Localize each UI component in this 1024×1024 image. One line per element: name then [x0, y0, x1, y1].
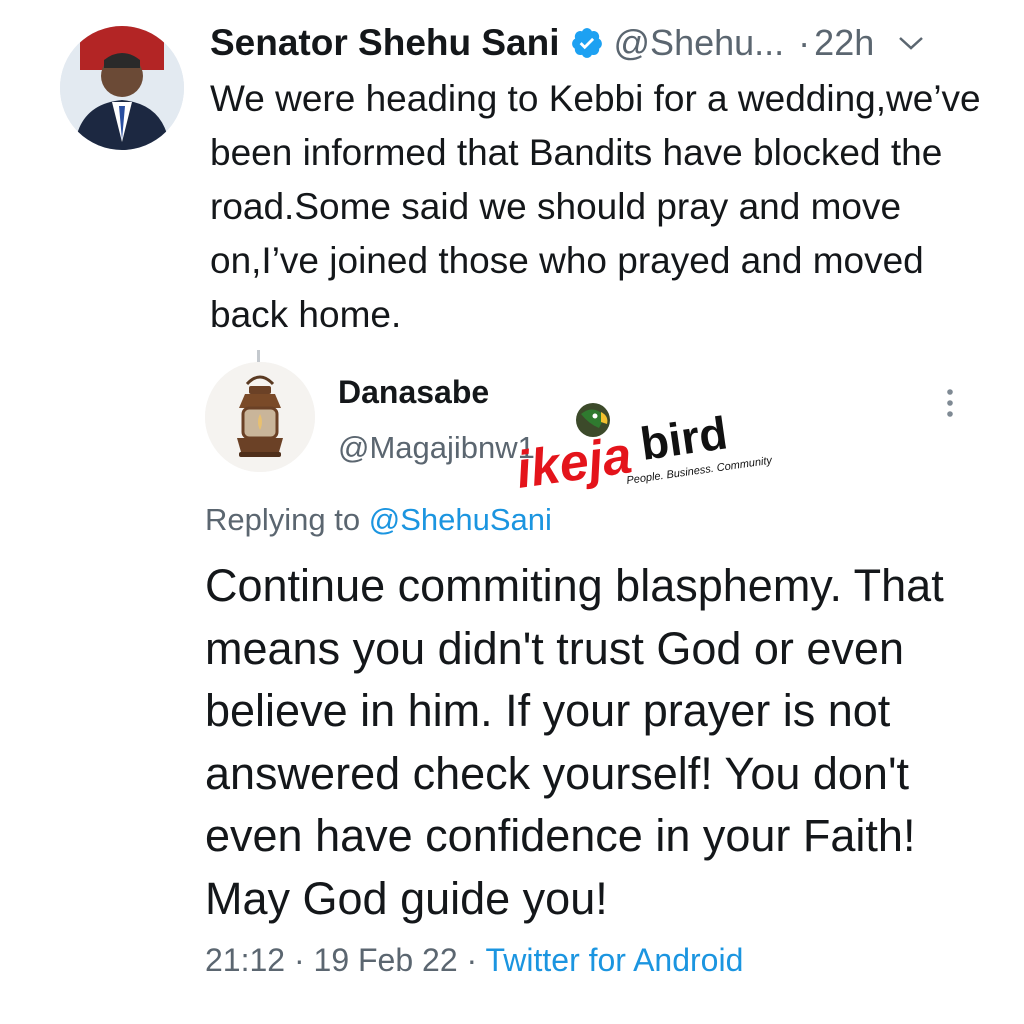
watermark-logo: ikeja bird People. Business. Community [513, 398, 775, 500]
reply-metadata: 21:12 · 19 Feb 22 · Twitter for Android [205, 942, 743, 979]
replying-prefix: Replying to [205, 502, 361, 537]
watermark-brand-part2: bird [637, 406, 730, 470]
reply-author-handle[interactable]: @Magajibnw1 [338, 430, 535, 466]
reply-author-avatar[interactable] [205, 362, 315, 472]
author-name[interactable]: Senator Shehu Sani [210, 22, 560, 64]
author-handle[interactable]: @Shehu... [614, 22, 785, 64]
separator-dot: · [798, 22, 811, 63]
tweet-header: Senator Shehu Sani @Shehu... · 22h [210, 18, 926, 68]
thread-connector [257, 350, 260, 362]
tweet-text: We were heading to Kebbi for a wedding,w… [210, 78, 981, 335]
reply-timestamp[interactable]: 21:12 · 19 Feb 22 · [205, 942, 477, 978]
reply-author-name[interactable]: Danasabe [338, 374, 489, 411]
verified-badge-icon [570, 26, 604, 60]
replying-to-mention[interactable]: @ShehuSani [369, 502, 552, 537]
author-avatar[interactable] [60, 26, 184, 150]
more-vertical-icon[interactable] [940, 386, 960, 420]
reply-text: Continue commiting blasphemy. That means… [205, 560, 944, 924]
chevron-down-icon[interactable] [896, 33, 926, 53]
author-avatar-photo [60, 26, 184, 150]
lantern-icon [205, 362, 315, 472]
tweet-time[interactable]: 22h [814, 22, 874, 64]
replying-to-line: Replying to @ShehuSani [205, 502, 552, 538]
reply-source[interactable]: Twitter for Android [485, 942, 743, 978]
watermark-brand-part1: ikeja [515, 426, 635, 498]
